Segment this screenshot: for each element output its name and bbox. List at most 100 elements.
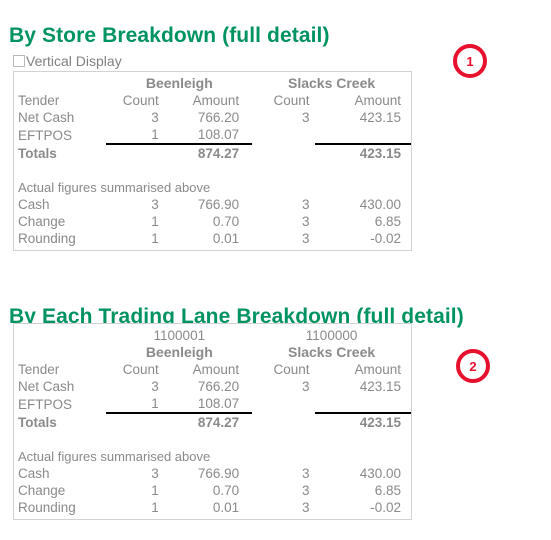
totals-gap [252, 144, 315, 162]
count-1: 3 [151, 197, 159, 212]
amount-1: 108.07 [197, 396, 240, 411]
table-spacer [14, 162, 411, 179]
count-2: 3 [301, 500, 310, 515]
count-1: 3 [151, 379, 159, 394]
page-title-store-breakdown: By Store Breakdown (full detail) [9, 24, 330, 48]
spacer-cell [14, 431, 411, 448]
column-header-count-1: Count [122, 93, 159, 108]
table-row: EFTPOS 1 108.07 [14, 395, 411, 413]
lane-breakdown-table: 1100001 1100000 Beenleigh Slacks Creek T… [13, 323, 412, 520]
tender-name: Change [18, 214, 66, 229]
lane-number-1: 1100001 [153, 328, 206, 343]
lane-header-spacer [14, 327, 106, 344]
table-row: Net Cash 3 766.20 3 423.15 [14, 378, 411, 395]
amount-1: 0.70 [212, 483, 240, 498]
column-header-count-2: Count [273, 93, 310, 108]
tender-name: Rounding [18, 231, 76, 246]
store-header-slacks-creek: Slacks Creek [287, 344, 376, 360]
vertical-display-toggle[interactable]: Vertical Display [13, 54, 122, 68]
vertical-display-label: Vertical Display [26, 53, 122, 69]
amount-1: 766.20 [197, 110, 240, 125]
totals-rule-left [106, 143, 165, 162]
amount-2: 6.85 [374, 483, 401, 498]
column-header-amount-2: Amount [354, 362, 401, 377]
spacer-cell [14, 162, 411, 179]
table-row: Net Cash 3 766.20 3 423.15 [14, 109, 411, 126]
store-breakdown-table: Beenleigh Slacks Creek Tender Count Amou… [13, 71, 412, 251]
table-row: Rounding 1 0.01 3 -0.02 [14, 230, 411, 247]
annotation-marker-1: 1 [453, 44, 487, 78]
table-header-columns: Tender Count Amount Count Amount [14, 361, 411, 378]
amount-2: 6.85 [374, 214, 401, 229]
table-row: EFTPOS 1 108.07 [14, 126, 411, 144]
column-header-amount-1: Amount [192, 362, 240, 377]
count-1: 3 [151, 466, 159, 481]
amount-2: -0.02 [370, 500, 401, 515]
table-spacer [14, 431, 411, 448]
amount-2: 423.15 [359, 110, 401, 125]
totals-rule-left [106, 412, 165, 431]
count-1: 1 [151, 214, 159, 229]
amount-1: 766.20 [197, 379, 240, 394]
tender-name: EFTPOS [18, 396, 73, 412]
totals-amount-2: 423.15 [315, 412, 411, 431]
totals-label: Totals [18, 414, 57, 430]
header-spacer [14, 344, 106, 361]
count-2: 3 [301, 483, 310, 498]
tender-name: Net Cash [18, 110, 75, 125]
table-header-columns: Tender Count Amount Count Amount [14, 92, 411, 109]
tender-name: EFTPOS [18, 127, 73, 143]
amount-2: 430.00 [359, 466, 401, 481]
totals-amount-1: 874.27 [164, 143, 253, 162]
amount-1: 766.90 [197, 466, 240, 481]
totals-amount-1: 874.27 [164, 412, 253, 431]
count-2: 3 [301, 197, 310, 212]
count-2: 3 [301, 379, 310, 394]
annotation-marker-2: 2 [456, 349, 490, 383]
column-header-count-2: Count [273, 362, 310, 377]
count-2: 3 [301, 231, 310, 246]
amount-2: -0.02 [370, 231, 401, 246]
actual-figures-note: Actual figures summarised above [18, 449, 211, 464]
table-header-stores: Beenleigh Slacks Creek [14, 344, 411, 361]
table-header-stores: Beenleigh Slacks Creek [14, 75, 411, 92]
count-2 [252, 126, 315, 144]
totals-label: Totals [18, 145, 57, 161]
amount-2 [315, 126, 411, 144]
header-spacer [14, 75, 106, 92]
table-totals-row: Totals 874.27 423.15 [14, 412, 411, 431]
count-2: 3 [301, 110, 310, 125]
table-row: Change 1 0.70 3 6.85 [14, 213, 411, 230]
count-1: 1 [151, 127, 159, 142]
amount-1: 0.70 [212, 214, 240, 229]
count-1: 1 [151, 396, 159, 411]
store-header-beenleigh: Beenleigh [145, 75, 213, 91]
count-2 [252, 395, 315, 413]
column-header-amount-1: Amount [192, 93, 240, 108]
amount-2: 423.15 [359, 379, 401, 394]
amount-1: 766.90 [197, 197, 240, 212]
table-row: Cash 3 766.90 3 430.00 [14, 196, 411, 213]
tender-name: Rounding [18, 500, 76, 515]
totals-gap [252, 413, 315, 431]
tender-name: Net Cash [18, 379, 75, 394]
amount-2 [315, 395, 411, 413]
count-2: 3 [301, 466, 310, 481]
table-totals-row: Totals 874.27 423.15 [14, 143, 411, 162]
table-row: Rounding 1 0.01 3 -0.02 [14, 499, 411, 516]
count-1: 1 [151, 500, 159, 515]
actual-figures-note-row: Actual figures summarised above [14, 448, 411, 465]
tender-name: Cash [18, 197, 50, 212]
tender-name: Cash [18, 466, 50, 481]
amount-2: 430.00 [359, 197, 401, 212]
column-header-tender: Tender [18, 362, 60, 377]
amount-1: 0.01 [212, 231, 240, 246]
count-1: 3 [151, 110, 159, 125]
store-header-beenleigh: Beenleigh [145, 344, 213, 360]
vertical-display-checkbox[interactable] [13, 55, 25, 67]
column-header-tender: Tender [18, 93, 60, 108]
amount-1: 0.01 [212, 500, 240, 515]
column-header-amount-2: Amount [354, 93, 401, 108]
column-header-count-1: Count [122, 362, 159, 377]
actual-figures-note-row: Actual figures summarised above [14, 179, 411, 196]
